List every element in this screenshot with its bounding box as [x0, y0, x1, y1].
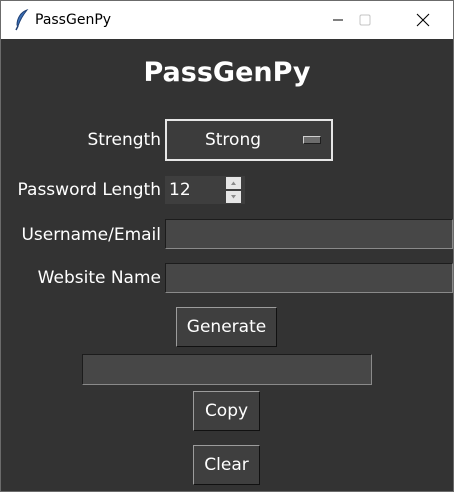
strength-dropdown[interactable]: Strong [165, 119, 333, 161]
website-input[interactable] [165, 263, 453, 293]
main-panel: PassGenPy Strength Strong Password Lengt… [1, 39, 453, 491]
arrow-down-icon [231, 195, 236, 199]
username-label: Username/Email [21, 225, 161, 245]
spin-up-button[interactable] [226, 177, 241, 189]
website-label: Website Name [37, 268, 161, 288]
maximize-button[interactable] [341, 1, 387, 39]
strength-selected-value: Strong [204, 130, 262, 150]
app-heading: PassGenPy [143, 57, 311, 88]
copy-button[interactable]: Copy [193, 391, 260, 431]
option-menu-indicator-icon [303, 136, 321, 144]
password-length-value: 12 [169, 180, 191, 200]
generate-button[interactable]: Generate [176, 307, 277, 347]
close-button[interactable] [399, 1, 445, 39]
close-icon [416, 13, 430, 27]
strength-label: Strength [87, 130, 161, 150]
password-length-spinbox[interactable]: 12 [165, 176, 245, 204]
spin-down-button[interactable] [226, 191, 241, 203]
clear-button[interactable]: Clear [193, 445, 260, 485]
feather-icon [13, 8, 31, 31]
arrow-up-icon [231, 181, 236, 185]
username-input[interactable] [165, 219, 453, 249]
title-bar[interactable]: PassGenPy [1, 1, 453, 39]
password-output-field[interactable] [82, 354, 372, 385]
maximize-icon [359, 14, 371, 26]
window-title: PassGenPy [35, 12, 112, 28]
app-window: PassGenPy PassGenPy Strength Strong Pass… [0, 0, 454, 492]
password-length-label: Password Length [17, 180, 161, 200]
